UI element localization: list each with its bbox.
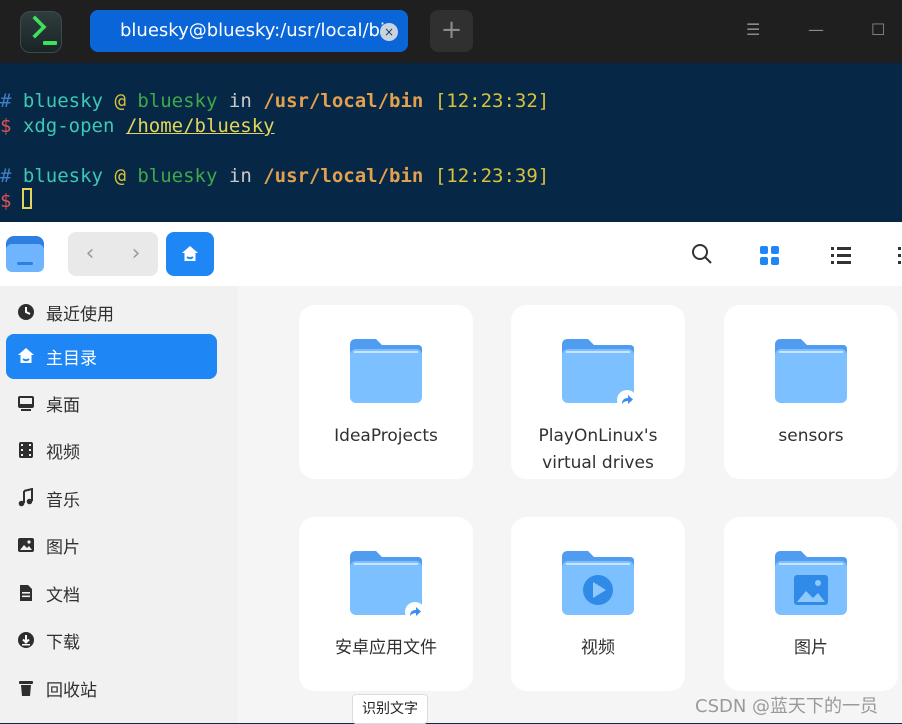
file-manager-logo-icon bbox=[6, 234, 46, 274]
sidebar-item-label: 桌面 bbox=[46, 396, 80, 416]
sidebar-item-label: 下载 bbox=[46, 633, 80, 653]
sidebar-item-label: 回收站 bbox=[46, 681, 97, 701]
terminal-window: bluesky@bluesky:/usr/local/bin × + ☰ — ☐… bbox=[0, 0, 902, 225]
folder-item[interactable]: 图片 bbox=[724, 517, 898, 691]
terminal-cursor bbox=[22, 188, 32, 209]
shortcut-arrow-icon bbox=[617, 390, 637, 410]
folder-label: IdeaProjects bbox=[334, 426, 438, 446]
shortcut-arrow-icon bbox=[405, 602, 425, 622]
folder-label: 图片 bbox=[794, 638, 828, 658]
sidebar-item-label: 视频 bbox=[46, 443, 80, 463]
close-tab-icon[interactable]: × bbox=[380, 23, 398, 41]
folder-item[interactable]: 安卓应用文件 bbox=[299, 517, 473, 691]
sidebar-item-pictures[interactable]: 图片 bbox=[6, 523, 217, 568]
folder-item[interactable]: sensors bbox=[724, 305, 898, 479]
folder-item[interactable]: 视频 bbox=[511, 517, 685, 691]
folder-icon bbox=[350, 339, 422, 403]
terminal-titlebar: bluesky@bluesky:/usr/local/bin × + ☰ — ☐ bbox=[0, 0, 902, 63]
folder-item[interactable]: PlayOnLinux's virtual drives bbox=[511, 305, 685, 479]
sidebar: 最近使用 主目录 桌面 视频 音乐 图片 文档 下载 回收站 bbox=[0, 286, 238, 723]
sidebar-item-videos[interactable]: 视频 bbox=[6, 428, 217, 473]
trash-icon bbox=[19, 681, 33, 696]
sidebar-item-recent[interactable]: 最近使用 bbox=[6, 290, 217, 335]
icon-view-icon[interactable] bbox=[758, 244, 782, 268]
folder-icon bbox=[775, 339, 847, 403]
back-button[interactable]: ‹ bbox=[78, 242, 102, 266]
command-line: $ bbox=[0, 190, 12, 212]
sidebar-item-home[interactable]: 主目录 bbox=[6, 334, 217, 379]
image-folder-icon bbox=[775, 551, 847, 615]
sidebar-item-label: 文档 bbox=[46, 586, 80, 606]
navigation-group: ‹ › bbox=[68, 232, 158, 276]
detail-view-icon[interactable] bbox=[896, 244, 902, 268]
sidebar-item-documents[interactable]: 文档 bbox=[6, 571, 217, 616]
file-grid: IdeaProjects PlayOnLinux's virtual drive… bbox=[238, 286, 902, 723]
prompt-line: # bluesky @ bluesky in /usr/local/bin [1… bbox=[0, 90, 550, 112]
terminal-tab[interactable]: bluesky@bluesky:/usr/local/bin × bbox=[90, 10, 408, 52]
list-view-icon[interactable] bbox=[829, 244, 853, 268]
folder-label: PlayOnLinux's virtual drives bbox=[538, 426, 658, 473]
terminal-app-icon bbox=[20, 11, 62, 53]
download-icon bbox=[18, 632, 34, 648]
terminal-tab-title: bluesky@bluesky:/usr/local/bin bbox=[120, 20, 397, 41]
maximize-button[interactable]: ☐ bbox=[871, 20, 885, 40]
music-icon bbox=[18, 488, 33, 507]
desktop-icon bbox=[18, 396, 34, 411]
sidebar-item-label: 音乐 bbox=[46, 491, 80, 511]
new-tab-button[interactable]: + bbox=[430, 10, 473, 52]
document-icon bbox=[20, 585, 32, 601]
sidebar-item-label: 主目录 bbox=[46, 349, 97, 369]
home-icon bbox=[182, 246, 198, 261]
image-icon bbox=[18, 538, 34, 552]
terminal-output[interactable]: # bluesky @ bluesky in /usr/local/bin [1… bbox=[0, 63, 902, 225]
folder-label: sensors bbox=[778, 426, 844, 446]
menu-icon[interactable]: ☰ bbox=[746, 20, 760, 40]
folder-label: 安卓应用文件 bbox=[335, 638, 437, 658]
minimize-button[interactable]: — bbox=[808, 20, 824, 40]
sidebar-item-downloads[interactable]: 下载 bbox=[6, 618, 217, 663]
folder-label: 视频 bbox=[581, 638, 615, 658]
command-line: $ xdg-open /home/bluesky bbox=[0, 115, 275, 137]
sidebar-item-desktop[interactable]: 桌面 bbox=[6, 381, 217, 426]
file-manager-window: ‹ › 最近使用 主目录 桌面 视频 音乐 图片 文档 下载 回收站 IdeaP… bbox=[0, 222, 902, 723]
watermark: CSDN @蓝天下的一员 bbox=[695, 696, 879, 717]
sidebar-item-label: 最近使用 bbox=[46, 305, 114, 325]
prompt-line: # bluesky @ bluesky in /usr/local/bin [1… bbox=[0, 165, 550, 187]
ocr-button[interactable]: 识别文字 bbox=[352, 694, 428, 724]
folder-item[interactable]: IdeaProjects bbox=[299, 305, 473, 479]
forward-button[interactable]: › bbox=[124, 242, 148, 266]
sidebar-item-label: 图片 bbox=[46, 538, 80, 558]
file-manager-toolbar: ‹ › bbox=[0, 222, 902, 286]
search-icon[interactable] bbox=[690, 242, 714, 266]
film-icon bbox=[19, 442, 33, 458]
clock-icon bbox=[18, 304, 34, 320]
video-folder-icon bbox=[562, 551, 634, 615]
sidebar-item-trash[interactable]: 回收站 bbox=[6, 666, 217, 711]
sidebar-item-music[interactable]: 音乐 bbox=[6, 476, 217, 521]
home-breadcrumb-button[interactable] bbox=[166, 232, 214, 276]
home-icon bbox=[18, 348, 34, 363]
